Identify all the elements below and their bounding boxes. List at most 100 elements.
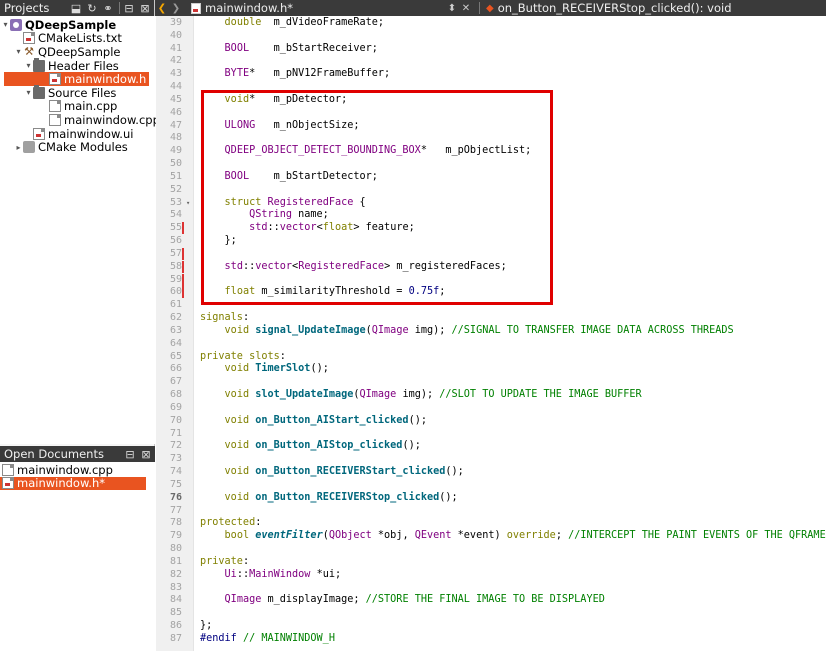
cmake-file-icon xyxy=(23,32,35,45)
symbol-selector[interactable]: on_Button_RECEIVERStop_clicked(): void xyxy=(498,1,732,15)
code-line[interactable]: private: xyxy=(200,556,249,568)
fold-arrow-icon[interactable]: ▾ xyxy=(186,197,190,209)
open-document-item[interactable]: mainwindow.h* xyxy=(0,476,146,490)
line-number: 42 xyxy=(169,55,182,67)
tree-item[interactable]: CMakeLists.txt xyxy=(14,31,122,46)
line-number: 84 xyxy=(169,594,182,606)
hammer-icon: ⚒ xyxy=(24,44,34,58)
line-number: 79 xyxy=(169,530,182,542)
expand-arrow-icon[interactable]: ▾ xyxy=(14,47,23,56)
open-document-label: mainwindow.cpp xyxy=(17,462,113,477)
cmake-folder-icon xyxy=(23,141,35,154)
tree-item[interactable]: ▾ QDeepSample xyxy=(1,18,116,32)
sidebar: Projects ⬓ ↻ ⚭ ⊟ ⊠ ▾ QDeepSample CMakeList… xyxy=(0,0,160,651)
code-line[interactable]: void* m_pDetector; xyxy=(200,94,348,106)
projects-pane-header: Projects ⬓ ↻ ⚭ ⊟ ⊠ xyxy=(0,0,154,16)
line-number: 63 xyxy=(169,324,182,336)
line-number: 78 xyxy=(169,517,182,529)
code-editor[interactable]: 39 40 41 42 43 44 45 46 47 48 49 50 51 52 53 ▾ 54 55 56 57 5… xyxy=(156,16,826,651)
code-line[interactable]: std::vector<float> feature; xyxy=(200,222,415,234)
back-arrow-icon[interactable]: ❮ xyxy=(155,0,169,16)
line-number: 45 xyxy=(169,93,182,105)
folder-icon xyxy=(33,84,45,99)
filter-icon[interactable]: ⬓ xyxy=(69,1,83,15)
tree-item[interactable]: mainwindow.h xyxy=(4,72,149,86)
tree-item[interactable]: ▾ ⚒ QDeepSample xyxy=(14,45,120,59)
code-line[interactable]: protected: xyxy=(200,517,261,529)
tree-item-label: mainwindow.ui xyxy=(48,126,134,141)
split-icon[interactable]: ⊟ xyxy=(123,447,137,461)
code-line[interactable]: BYTE* m_pNV12FrameBuffer; xyxy=(200,68,391,80)
code-line[interactable]: signals: xyxy=(200,312,249,324)
line-number: 62 xyxy=(169,312,182,324)
code-line[interactable]: QImage m_displayImage; //STORE THE FINAL… xyxy=(200,594,605,606)
code-line[interactable]: void on_Button_AIStop_clicked(); xyxy=(200,440,421,452)
split-icon[interactable]: ⊟ xyxy=(122,1,136,15)
close-icon[interactable]: ⊠ xyxy=(139,447,153,461)
code-line[interactable]: Ui::MainWindow *ui; xyxy=(200,569,342,581)
line-number: 70 xyxy=(169,414,182,426)
code-line[interactable]: struct RegisteredFace { xyxy=(200,197,366,209)
document-selector[interactable]: mainwindow.h* xyxy=(205,1,445,15)
code-line[interactable]: float m_similarityThreshold = 0.75f; xyxy=(200,286,446,298)
line-number: 81 xyxy=(169,555,182,567)
link-icon[interactable]: ⚭ xyxy=(101,1,115,15)
tree-item[interactable]: mainwindow.cpp xyxy=(40,113,160,127)
line-number: 44 xyxy=(169,81,182,93)
close-icon[interactable]: ⊠ xyxy=(138,1,152,15)
code-line[interactable]: std::vector<RegisteredFace> m_registered… xyxy=(200,261,507,273)
code-line[interactable]: QString name; xyxy=(200,209,329,221)
tree-item-label: mainwindow.h xyxy=(64,72,147,87)
line-number: 76 xyxy=(169,491,182,503)
code-line[interactable]: #endif // MAINWINDOW_H xyxy=(200,633,335,645)
tree-item-label: QDeepSample xyxy=(25,17,117,32)
code-line[interactable]: void on_Button_RECEIVERStart_clicked(); xyxy=(200,466,464,478)
line-number: 61 xyxy=(169,299,182,311)
code-line[interactable]: void on_Button_RECEIVERStop_clicked(); xyxy=(200,492,458,504)
code-line[interactable]: }; xyxy=(200,620,212,632)
expand-arrow-icon[interactable]: ▾ xyxy=(24,61,33,70)
sync-icon[interactable]: ↻ xyxy=(85,1,99,15)
tree-item[interactable]: ▸ CMake Modules xyxy=(14,140,128,155)
tree-item-label: Source Files xyxy=(48,85,117,100)
line-number: 68 xyxy=(169,389,182,401)
dropdown-icon[interactable]: ⬍ xyxy=(445,0,459,16)
code-line[interactable]: void signal_UpdateImage(QImage img); //S… xyxy=(200,325,734,337)
tree-item[interactable]: ▾ Header Files xyxy=(24,57,119,73)
line-number-gutter: 39 40 41 42 43 44 45 46 47 48 49 50 51 52 53 ▾ 54 55 56 57 5… xyxy=(156,16,194,651)
open-document-item[interactable]: mainwindow.cpp xyxy=(0,463,155,477)
line-number: 53 xyxy=(169,196,182,208)
code-line[interactable]: void slot_UpdateImage(QImage img); //SLO… xyxy=(200,389,642,401)
code-line[interactable]: void TimerSlot(); xyxy=(200,363,329,375)
expand-arrow-icon[interactable]: ▸ xyxy=(14,143,23,152)
tree-item-label: mainwindow.cpp xyxy=(64,112,160,127)
code-line[interactable]: void on_Button_AIStart_clicked(); xyxy=(200,415,427,427)
forward-arrow-icon[interactable]: ❯ xyxy=(169,0,183,16)
expand-arrow-icon[interactable]: ▾ xyxy=(24,88,33,97)
line-number: 48 xyxy=(169,132,182,144)
line-number: 41 xyxy=(169,42,182,54)
code-line[interactable]: }; xyxy=(200,235,237,247)
close-document-icon[interactable]: ✕ xyxy=(459,0,473,16)
line-number: 87 xyxy=(169,632,182,644)
tree-item-label: CMakeLists.txt xyxy=(38,31,122,46)
line-number: 57 xyxy=(169,247,182,259)
code-line[interactable]: double m_dVideoFrameRate; xyxy=(200,17,384,29)
tree-item[interactable]: main.cpp xyxy=(40,99,117,113)
code-line[interactable]: QDEEP_OBJECT_DETECT_BOUNDING_BOX* m_pObj… xyxy=(200,145,532,157)
line-number: 46 xyxy=(169,106,182,118)
code-line[interactable]: private slots: xyxy=(200,351,286,363)
expand-arrow-icon[interactable]: ▾ xyxy=(1,20,10,29)
line-number: 43 xyxy=(169,68,182,80)
code-line[interactable]: BOOL m_bStartDetector; xyxy=(200,171,378,183)
tree-item-label: CMake Modules xyxy=(38,140,128,155)
line-number: 86 xyxy=(169,620,182,631)
tree-item-label: QDeepSample xyxy=(38,44,121,59)
line-number: 82 xyxy=(169,568,182,580)
tree-item[interactable]: mainwindow.ui xyxy=(24,127,133,141)
tree-item[interactable]: ▾ Source Files xyxy=(24,84,117,100)
code-line[interactable]: ULONG m_nObjectSize; xyxy=(200,120,360,132)
code-line[interactable]: BOOL m_bStartReceiver; xyxy=(200,43,378,55)
code-line[interactable]: bool eventFilter(QObject *obj, QEvent *e… xyxy=(200,530,826,542)
line-number: 50 xyxy=(169,158,182,170)
